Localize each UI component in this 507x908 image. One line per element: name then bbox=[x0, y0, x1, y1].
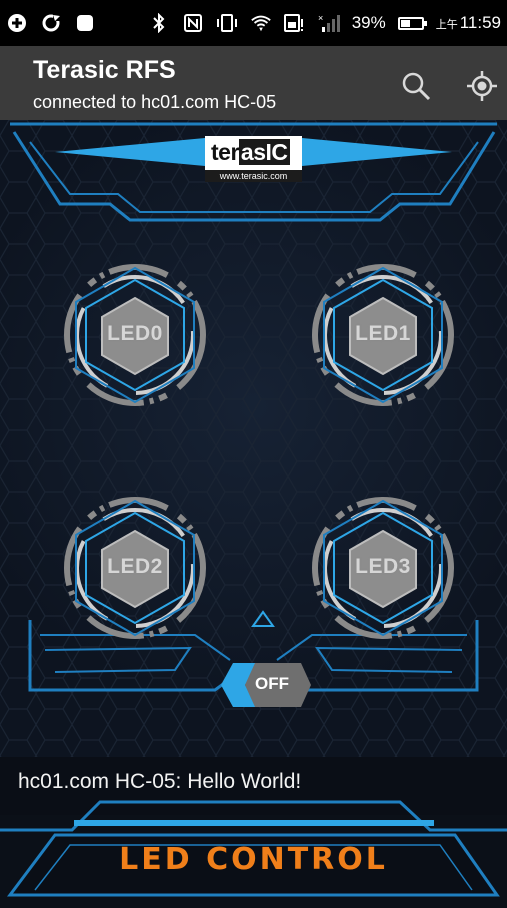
locate-icon bbox=[467, 71, 497, 101]
app-title: Terasic RFS bbox=[33, 56, 176, 84]
led2-button[interactable]: LED2 bbox=[60, 493, 210, 643]
connection-status: connected to hc01.com HC-05 bbox=[33, 92, 277, 112]
led1-label: LED1 bbox=[355, 322, 411, 345]
logo-brand-left: ter bbox=[211, 139, 239, 165]
terasic-logo: terasIC www.terasic.com bbox=[205, 136, 302, 182]
signal-icon: × bbox=[318, 13, 340, 33]
bluetooth-icon bbox=[148, 13, 170, 33]
footer-banner: LED CONTROL bbox=[0, 790, 507, 903]
led3-label: LED3 bbox=[355, 555, 411, 578]
notification-icon bbox=[74, 13, 96, 33]
led1-button[interactable]: LED1 bbox=[308, 260, 458, 410]
vibrate-icon bbox=[216, 13, 238, 33]
power-toggle[interactable]: OFF bbox=[219, 659, 311, 711]
sim-alert-icon bbox=[283, 13, 306, 33]
clock-time: 11:59 bbox=[459, 13, 501, 32]
clock-prefix: 上午 bbox=[435, 19, 458, 31]
led-control-panel: terasIC www.terasic.com LED0 LED1 LED2 L… bbox=[0, 120, 507, 757]
search-button[interactable] bbox=[396, 66, 436, 106]
logo-brand-right: asIC bbox=[238, 139, 290, 165]
footer-title: LED CONTROL bbox=[119, 842, 388, 877]
locate-button[interactable] bbox=[462, 66, 502, 106]
nfc-icon bbox=[182, 13, 204, 33]
clock: 上午 11:59 bbox=[436, 13, 501, 33]
led3-button[interactable]: LED3 bbox=[308, 493, 458, 643]
toggle-label: OFF bbox=[255, 674, 289, 693]
status-bar: × 39% 上午 11:59 bbox=[0, 0, 507, 46]
led0-button[interactable]: LED0 bbox=[60, 260, 210, 410]
app-bar: Terasic RFS connected to hc01.com HC-05 bbox=[0, 46, 507, 120]
status-bar-right: × 39% 上午 11:59 bbox=[148, 13, 501, 33]
wifi-icon bbox=[250, 13, 272, 33]
search-icon bbox=[402, 72, 431, 101]
add-icon bbox=[6, 13, 28, 33]
status-bar-left bbox=[6, 13, 96, 33]
led2-label: LED2 bbox=[107, 555, 163, 578]
svg-text:×: × bbox=[318, 13, 323, 23]
sync-icon bbox=[40, 13, 62, 33]
battery-percent: 39% bbox=[351, 13, 386, 32]
battery-icon bbox=[397, 16, 427, 30]
led0-label: LED0 bbox=[107, 322, 163, 345]
logo-url: www.terasic.com bbox=[219, 171, 288, 181]
